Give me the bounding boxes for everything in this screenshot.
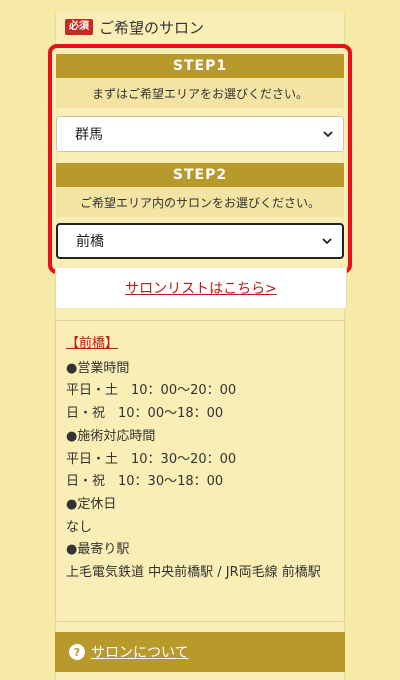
step2-header: STEP2 [56,163,344,187]
info-line: ●定休日 [66,496,117,512]
step-selection-frame: STEP1 まずはご希望エリアをお選びください。 群馬 STEP2 ご希望エリア… [48,44,352,274]
chevron-down-icon [323,131,333,138]
step1-header: STEP1 [56,54,344,78]
section-title-text: ご希望のサロン [99,18,205,37]
salon-info-box: 【前橋】 ●営業時間 平日・土 10：00〜20：00 日・祝 10：00〜18… [55,320,345,622]
about-salon-bar[interactable]: ? サロンについて [55,632,345,672]
info-line: ●営業時間 [66,360,130,376]
info-line: 上毛電気鉄道 中央前橋駅 / JR両毛線 前橋駅 [66,565,321,581]
about-salon-link[interactable]: サロンについて [91,642,189,662]
info-line: 日・祝 10：00〜18：00 [66,406,224,422]
info-line: なし [66,519,93,535]
area-select[interactable]: 群馬 [56,116,344,152]
area-select-value: 群馬 [75,127,103,143]
salon-select[interactable]: 前橋 [56,223,344,259]
step2-instruction: ご希望エリア内のサロンをお選びください。 [56,187,344,217]
info-line: 日・祝 10：30〜18：00 [66,474,224,490]
question-icon: ? [69,644,85,660]
step1-instruction: まずはご希望エリアをお選びください。 [56,78,344,108]
salon-select-value: 前橋 [76,234,104,250]
info-line: ●最寄り駅 [66,542,130,558]
info-line: ●施術対応時間 [66,428,156,444]
salon-name: 【前橋】 [66,336,119,351]
salon-section-title: 必須 ご希望のサロン [65,16,204,38]
salon-list-link-box: サロンリストはこちら> [55,268,347,308]
salon-list-link[interactable]: サロンリストはこちら> [125,278,277,298]
chevron-down-icon [322,238,332,245]
required-badge: 必須 [65,19,93,35]
info-line: 平日・土 10：30〜20：00 [66,451,237,467]
info-line: 平日・土 10：00〜20：00 [66,383,237,399]
